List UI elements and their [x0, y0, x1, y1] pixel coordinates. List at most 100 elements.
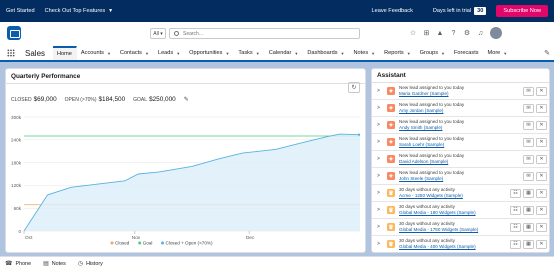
chevron-down-icon[interactable]: ▼ [225, 51, 229, 56]
area-fill [24, 134, 360, 231]
dismiss-button[interactable]: ✕ [536, 137, 547, 147]
log-call-button[interactable]: ▦ [523, 222, 534, 232]
dismiss-button[interactable]: ✕ [536, 103, 547, 113]
chevron-down-icon[interactable]: ▼ [371, 51, 375, 56]
chevron-right-icon[interactable]: > [377, 241, 387, 247]
chevron-down-icon[interactable]: ▼ [407, 51, 411, 56]
tab-tasks[interactable]: Tasks ▼ [234, 46, 264, 60]
log-call-button[interactable]: ▦ [523, 205, 534, 215]
send-email-button[interactable]: ✉ [523, 154, 534, 164]
chevron-down-icon[interactable]: ▼ [341, 51, 345, 56]
tab-forecasts[interactable]: Forecasts [450, 46, 484, 60]
chevron-down-icon[interactable]: ▼ [176, 51, 180, 56]
chevron-down-icon[interactable]: ▼ [294, 51, 298, 56]
send-email-button[interactable]: ✉ [523, 86, 534, 96]
notes-utility[interactable]: ▤ Notes [43, 260, 66, 268]
assistant-item-link[interactable]: Sarah Loehr (Sample) [399, 142, 510, 148]
dismiss-button[interactable]: ✕ [536, 120, 547, 130]
phone-utility[interactable]: ☎ Phone [5, 260, 31, 268]
edit-nav-pencil-icon[interactable]: ✎ [544, 49, 550, 57]
edit-goal-pencil-icon[interactable]: ✎ [184, 96, 189, 103]
chevron-right-icon[interactable]: > [377, 173, 387, 179]
global-create-icon[interactable]: ⊞ [421, 27, 433, 39]
tab-dashboards[interactable]: Dashboards ▼ [303, 46, 349, 60]
assistant-item-link[interactable]: Amy Jordan (Sample) [399, 108, 510, 114]
opportunity-icon: ♛ [387, 189, 395, 197]
assistant-item-link[interactable]: Global Media - 180 Widgets (Sample) [399, 210, 510, 216]
chevron-right-icon[interactable]: > [377, 122, 387, 128]
chevron-right-icon[interactable]: > [377, 207, 387, 213]
notifications-bell-icon[interactable]: ♫ [475, 27, 487, 39]
chevron-right-icon[interactable]: > [377, 88, 387, 94]
legend-marker [138, 241, 142, 245]
send-email-button[interactable]: ✉ [523, 103, 534, 113]
log-call-button[interactable]: ▦ [523, 239, 534, 249]
chevron-down-icon[interactable]: ▼ [503, 51, 507, 56]
tab-label: Groups [419, 50, 439, 56]
dismiss-button[interactable]: ✕ [536, 154, 547, 164]
dismiss-button[interactable]: ✕ [536, 239, 547, 249]
setup-gear-icon[interactable]: ⚙ [461, 27, 473, 39]
chevron-down-icon[interactable]: ▼ [107, 51, 111, 56]
list-item: > ✦ New lead assigned to you today Amy Jord… [372, 100, 549, 117]
leave-feedback-link[interactable]: Leave Feedback [372, 8, 413, 14]
get-started-link[interactable]: Get Started [6, 8, 35, 14]
chevron-down-icon[interactable]: ▼ [441, 51, 445, 56]
utility-bar: ☎ Phone ▤ Notes ◷ History [0, 256, 554, 270]
assistant-item-message: New lead assigned to you today [399, 136, 465, 141]
subscribe-now-button[interactable]: Subscribe Now [496, 5, 548, 17]
refresh-button[interactable]: ↻ [348, 82, 360, 93]
tab-contacts[interactable]: Contacts ▼ [116, 46, 154, 60]
tab-reports[interactable]: Reports ▼ [380, 46, 416, 60]
dismiss-button[interactable]: ✕ [536, 222, 547, 232]
new-task-button[interactable]: ☷ [510, 222, 521, 232]
avatar[interactable] [490, 27, 502, 39]
assistant-item-link[interactable]: Acme - 1250 Widgets (Sample) [399, 193, 510, 199]
dismiss-button[interactable]: ✕ [536, 188, 547, 198]
dismiss-button[interactable]: ✕ [536, 205, 547, 215]
tab-home[interactable]: Home [53, 46, 77, 60]
chevron-right-icon[interactable]: > [377, 190, 387, 196]
new-task-button[interactable]: ☷ [510, 239, 521, 249]
tab-more[interactable]: More ▼ [484, 46, 513, 60]
dismiss-button[interactable]: ✕ [536, 171, 547, 181]
history-utility[interactable]: ◷ History [77, 260, 103, 268]
new-task-button[interactable]: ☷ [510, 188, 521, 198]
help-icon[interactable]: ? [448, 27, 460, 39]
salesforce-logo[interactable] [7, 26, 21, 40]
assistant-item-link[interactable]: Global Media - 400 Widgets (Sample) [399, 244, 510, 250]
chevron-right-icon[interactable]: > [377, 156, 387, 162]
tab-notes[interactable]: Notes ▼ [350, 46, 381, 60]
favorites-star-icon[interactable]: ☆ [407, 27, 419, 39]
assistant-item-link[interactable]: Global Media - 1750 Widgets (Sample) [399, 227, 510, 233]
trailhead-icon[interactable]: ▲ [434, 27, 446, 39]
history-icon: ◷ [77, 261, 84, 267]
log-call-button[interactable]: ▦ [523, 188, 534, 198]
send-email-button[interactable]: ✉ [523, 137, 534, 147]
global-search-input[interactable]: Search... [169, 28, 360, 39]
new-task-button[interactable]: ☷ [510, 205, 521, 215]
chevron-right-icon[interactable]: > [377, 139, 387, 145]
tab-opportunities[interactable]: Opportunities ▼ [185, 46, 234, 60]
assistant-item-link[interactable]: David Adelson (Sample) [399, 159, 510, 165]
app-launcher-waffle-icon[interactable] [0, 46, 22, 60]
send-email-button[interactable]: ✉ [523, 171, 534, 181]
tab-accounts[interactable]: Accounts ▼ [77, 46, 116, 60]
tab-groups[interactable]: Groups ▼ [416, 46, 450, 60]
tab-calendar[interactable]: Calendar ▼ [265, 46, 304, 60]
send-email-button[interactable]: ✉ [523, 120, 534, 130]
check-out-features-link[interactable]: Check Out Top Features ▼ [45, 8, 113, 14]
app-nav-bar: Sales Home Accounts ▼ Contacts ▼ Leads ▼ Opport… [0, 46, 554, 62]
dismiss-button[interactable]: ✕ [536, 86, 547, 96]
assistant-item-link[interactable]: Maria Gardner (Sample) [399, 91, 510, 97]
chevron-down-icon[interactable]: ▼ [145, 51, 149, 56]
assistant-item-link[interactable]: Andy Smith (Sample) [399, 125, 510, 131]
search-scope-select[interactable]: All ▾ [150, 28, 166, 39]
assistant-item-text: New lead assigned to you today John Steel… [399, 170, 510, 182]
tab-leads[interactable]: Leads ▼ [154, 46, 185, 60]
chevron-right-icon[interactable]: > [377, 224, 387, 230]
list-item: > ✦ New lead assigned to you today Andy Smi… [372, 117, 549, 134]
chevron-right-icon[interactable]: > [377, 105, 387, 111]
chevron-down-icon[interactable]: ▼ [256, 51, 260, 56]
assistant-item-link[interactable]: John Steele (Sample) [399, 176, 510, 182]
